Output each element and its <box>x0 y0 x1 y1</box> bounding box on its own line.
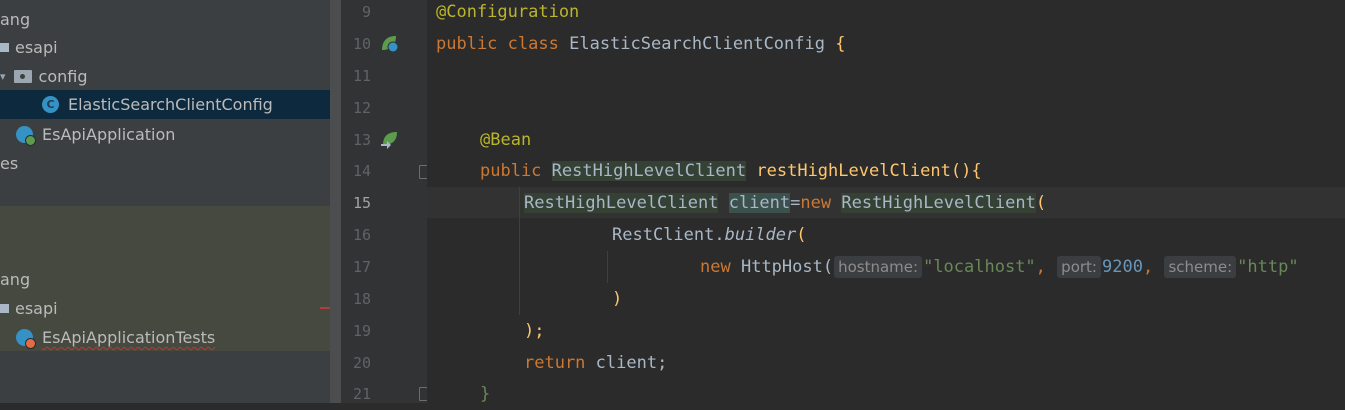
line-number: 9 <box>361 3 371 21</box>
code-line-21[interactable]: } <box>480 378 490 410</box>
tree-item-label: EsApiApplication <box>42 125 176 144</box>
param-hint-port: port: <box>1057 256 1101 278</box>
keyword: class <box>507 34 559 54</box>
line-number: 11 <box>352 67 371 85</box>
paren: ); <box>524 321 545 341</box>
code-line-18[interactable]: ) <box>612 283 622 315</box>
number-literal: 9200 <box>1101 257 1143 277</box>
type-name: RestHighLevelClient <box>551 161 747 181</box>
package-icon <box>0 304 9 313</box>
variable: client <box>728 193 791 213</box>
method-name: restHighLevelClient <box>756 161 951 181</box>
line-number: 19 <box>352 322 371 340</box>
tree-item-esapi[interactable]: esapi <box>0 33 330 62</box>
tree-item-label: config <box>38 67 88 86</box>
code-line-15[interactable]: RestHighLevelClient client=new RestHighL… <box>524 187 1046 219</box>
type-name: RestHighLevelClient <box>841 193 1036 213</box>
indent-guide <box>519 187 520 315</box>
type-name: RestHighLevelClient <box>524 193 719 213</box>
tree-item-label: ang <box>0 270 31 289</box>
keyword: return <box>524 353 586 373</box>
code-line-16[interactable]: RestClient.builder( <box>612 219 807 251</box>
paren: ( <box>1035 193 1047 213</box>
line-number: 18 <box>352 290 371 308</box>
code-line-10[interactable]: public class ElasticSearchClientConfig { <box>436 28 845 60</box>
code-line-20[interactable]: return client; <box>524 347 667 379</box>
string-literal: "http" <box>1237 257 1299 277</box>
line-number: 14 <box>352 162 371 180</box>
code-line-14[interactable]: public RestHighLevelClient restHighLevel… <box>480 155 982 187</box>
comma: , <box>1142 257 1154 277</box>
tree-item-resources[interactable]: es <box>0 149 330 178</box>
tree-item-label: ElasticSearchClientConfig <box>68 95 273 114</box>
param-hint-scheme: scheme: <box>1164 256 1237 278</box>
brace: { <box>835 34 846 54</box>
line-number: 13 <box>352 131 371 149</box>
tree-item-label: ang <box>0 10 31 29</box>
tree-item-label: EsApiApplicationTests <box>42 328 216 347</box>
line-number: 16 <box>352 226 371 244</box>
tree-item-package-root[interactable]: ang <box>0 5 330 34</box>
keyword: new <box>700 257 731 277</box>
line-number: 12 <box>352 99 371 117</box>
param-hint-hostname: hostname: <box>834 256 923 278</box>
code-line-13[interactable]: @Bean <box>480 124 531 156</box>
class-name: ElasticSearchClientConfig <box>569 34 825 54</box>
annotation: @Configuration <box>436 2 580 22</box>
type-name: HttpHost( <box>740 257 834 277</box>
operator: = <box>790 193 801 213</box>
project-tree: ang esapi ▾ config C ElasticSearchClient… <box>0 0 330 403</box>
brace: (){ <box>950 161 982 181</box>
spring-app-class-icon <box>16 126 36 146</box>
annotation: @Bean <box>480 130 532 150</box>
tree-item-test-package-root[interactable]: ang <box>0 265 330 294</box>
string-literal: "localhost" <box>923 257 1036 277</box>
chevron-down-icon[interactable]: ▾ <box>0 70 6 83</box>
comma: , <box>1035 257 1046 277</box>
tree-item-label: esapi <box>15 38 58 57</box>
panel-splitter[interactable] <box>330 0 341 403</box>
indent-guide <box>607 251 608 283</box>
spring-bean-method-icon[interactable] <box>379 129 399 149</box>
tree-item-test-esapi[interactable]: esapi <box>0 294 330 323</box>
class-icon: C <box>42 96 59 113</box>
spring-bean-config-icon[interactable] <box>379 33 399 53</box>
tree-item-config[interactable]: ▾ config <box>0 62 330 91</box>
test-class-icon <box>16 329 36 349</box>
line-number: 10 <box>352 35 371 53</box>
line-number: 17 <box>352 258 371 276</box>
keyword: public <box>436 34 498 54</box>
line-number: 21 <box>352 385 371 403</box>
tree-item-label: esapi <box>15 299 58 318</box>
tree-item-elasticsearchclientconfig[interactable]: C ElasticSearchClientConfig <box>0 90 330 119</box>
tree-item-esapiapplication[interactable]: EsApiApplication <box>0 120 330 149</box>
package-icon <box>0 43 9 52</box>
code-line-9[interactable]: @Configuration <box>436 0 579 28</box>
tree-item-esapiapplicationtests[interactable]: EsApiApplicationTests <box>0 323 330 352</box>
identifier: client; <box>595 353 668 373</box>
keyword: public <box>480 161 542 181</box>
code-line-17[interactable]: new HttpHost(hostname: "localhost", port:… <box>700 251 1299 283</box>
folder-icon <box>13 70 32 83</box>
identifier: RestClient. <box>612 225 725 245</box>
paren: ) <box>612 289 623 309</box>
tree-item-label: es <box>0 154 19 173</box>
method-name: builder <box>724 225 797 245</box>
keyword: new <box>800 193 832 213</box>
brace: } <box>480 384 491 404</box>
code-line-19[interactable]: ); <box>524 315 544 347</box>
line-number: 20 <box>352 354 371 372</box>
paren: ( <box>796 225 807 245</box>
line-number-current: 15 <box>352 194 371 212</box>
